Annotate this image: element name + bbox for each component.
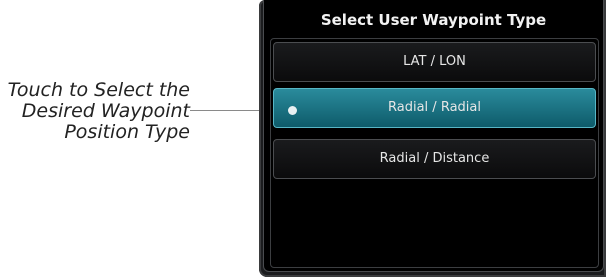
waypoint-type-list: LAT / LON Radial / Radial Radial / Dista…: [270, 38, 599, 268]
callout-pointer-dot: [288, 106, 297, 115]
option-radial-radial[interactable]: Radial / Radial: [273, 88, 596, 128]
option-radial-distance[interactable]: Radial / Distance: [273, 139, 596, 179]
device-frame: Select User Waypoint Type LAT / LON Radi…: [259, 0, 606, 277]
callout-text: Touch to Select the Desired Waypoint Pos…: [4, 80, 190, 143]
dialog-title: Select User Waypoint Type: [320, 11, 547, 29]
option-lat-lon[interactable]: LAT / LON: [273, 42, 596, 82]
callout-line-3: Position Type: [64, 121, 190, 143]
display-screen: Select User Waypoint Type LAT / LON Radi…: [263, 0, 604, 272]
callout-line-1: Touch to Select the: [7, 79, 190, 101]
callout-line-2: Desired Waypoint: [21, 100, 190, 122]
